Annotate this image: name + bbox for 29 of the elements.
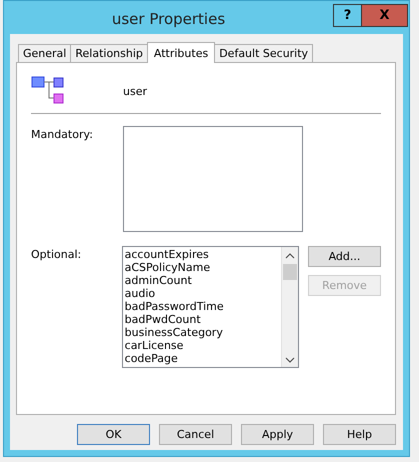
tab[interactable]: Default Security	[214, 44, 314, 62]
tab[interactable]: Relationship	[70, 44, 148, 62]
class-name: user	[123, 84, 147, 98]
window-title: user Properties	[110, 9, 226, 28]
tab[interactable]: General	[18, 44, 72, 62]
optional-list[interactable]: accountExpires aCSPolicyName adminCount audio badPasswordTime badPwdCount businessCategory carLicense codePage	[122, 246, 299, 368]
list-item[interactable]: carLicense	[124, 339, 279, 352]
list-item[interactable]: codePage	[124, 352, 279, 365]
push-button[interactable]: Add...	[308, 246, 381, 267]
dialog-button[interactable]: Help	[323, 424, 396, 445]
dialog-button[interactable]: OK	[77, 424, 150, 445]
mandatory-list[interactable]	[123, 126, 303, 232]
list-item[interactable]: audio	[124, 287, 279, 300]
mandatory-label: Mandatory:	[31, 127, 94, 141]
tab[interactable]: Attributes	[146, 42, 216, 63]
list-item[interactable]: businessCategory	[124, 326, 279, 339]
list-item[interactable]: badPwdCount	[124, 313, 279, 326]
list-item[interactable]: adminCount	[124, 274, 279, 287]
help-button[interactable]: ?	[333, 4, 362, 27]
list-item[interactable]: accountExpires	[124, 248, 279, 261]
scroll-thumb[interactable]	[283, 264, 297, 280]
close-button[interactable]: X	[362, 4, 408, 27]
scrollbar[interactable]	[281, 247, 298, 367]
optional-label: Optional:	[31, 247, 82, 261]
class-hierarchy-icon	[31, 76, 65, 106]
dialog-button[interactable]: Cancel	[159, 424, 232, 445]
list-item[interactable]: aCSPolicyName	[124, 261, 279, 274]
dialog-button[interactable]: Apply	[241, 424, 314, 445]
list-item[interactable]: badPasswordTime	[124, 300, 279, 313]
